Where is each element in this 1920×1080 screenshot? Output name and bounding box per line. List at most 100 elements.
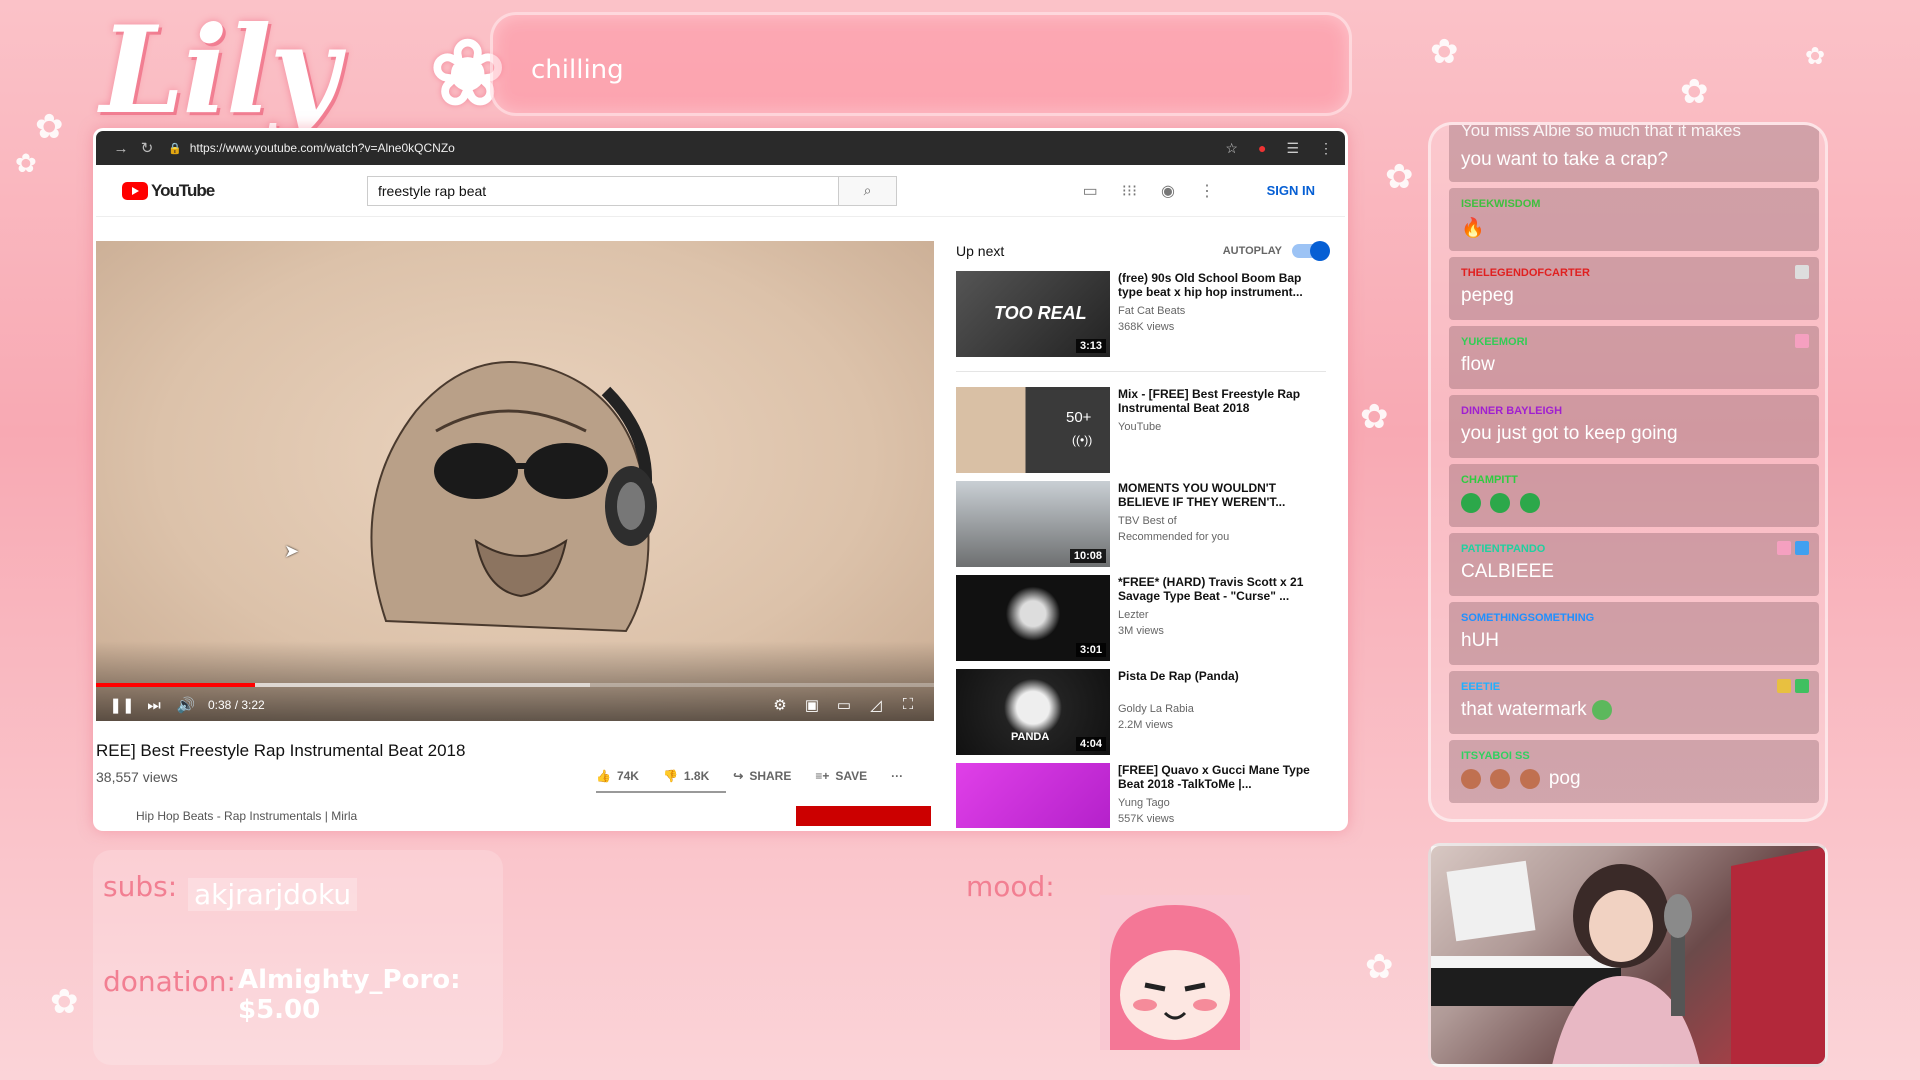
sign-in-button[interactable]: SIGN IN xyxy=(1267,183,1315,198)
recommended-video[interactable]: 3:01 *FREE* (HARD) Travis Scott x 21 Sav… xyxy=(956,575,1326,663)
channel-name[interactable]: Hip Hop Beats - Rap Instrumentals | Mirl… xyxy=(136,809,357,823)
video-player[interactable]: ➤ ❚❚ ⏭ 🔊 0:38 / 3:22 ⚙ ▣ ▭ ◿ ⛶ xyxy=(96,241,934,721)
volume-icon[interactable]: 🔊 xyxy=(170,696,202,714)
autoplay-label: AUTOPLAY xyxy=(1222,245,1282,257)
browser-menu-icon[interactable]: ⋮ xyxy=(1319,140,1333,157)
fullscreen-icon[interactable]: ⛶ xyxy=(892,696,924,714)
upload-video-icon[interactable]: ▭ xyxy=(1083,181,1098,201)
messages-icon[interactable]: ◉ xyxy=(1161,181,1175,201)
flower-icon: ✿ xyxy=(1680,73,1709,111)
channel-name: TBV Best of xyxy=(1118,515,1177,527)
save-button[interactable]: ≡+ SAVE xyxy=(815,769,867,783)
badge-icon xyxy=(1795,679,1809,693)
bookmark-star-icon[interactable]: ☆ xyxy=(1225,140,1238,157)
chat-badges xyxy=(1795,334,1809,348)
chat-username[interactable]: DINNER BAYLEIGH xyxy=(1461,405,1562,417)
subs-value: akjrarjdoku xyxy=(188,878,358,911)
chat-username[interactable]: YUKEEMORI xyxy=(1461,336,1528,348)
emote-icon xyxy=(1461,492,1481,513)
settings-menu-icon[interactable]: ⋮ xyxy=(1199,181,1215,201)
chat-username[interactable]: ITSYABOI SS xyxy=(1461,750,1530,762)
header-icons: ▭ ⁝⁝⁝ ◉ ⋮ xyxy=(1083,181,1215,201)
share-label: SHARE xyxy=(749,769,792,783)
extension-icon[interactable]: ● xyxy=(1258,140,1266,157)
chat-message: ISEEKWISDOM 🔥 xyxy=(1449,188,1819,251)
subscribe-button[interactable] xyxy=(796,806,931,826)
search-icon: ⌕ xyxy=(863,182,872,198)
apps-grid-icon[interactable]: ⁝⁝⁝ xyxy=(1122,181,1137,201)
thumbs-down-icon: 👎 xyxy=(662,769,678,783)
chat-message-text: that watermark xyxy=(1461,699,1616,721)
chat-username[interactable]: SOMETHINGSOMETHING xyxy=(1461,612,1594,624)
miniplayer-icon[interactable]: ▣ xyxy=(796,696,828,714)
autoplay-toggle[interactable] xyxy=(1292,241,1330,261)
recommended-video[interactable]: PANDA 4:04 Pista De Rap (Panda) Goldy La… xyxy=(956,669,1326,757)
flower-icon: ✿ xyxy=(50,983,79,1021)
flower-icon: ✿ xyxy=(1360,398,1389,436)
flower-icon: ✿ xyxy=(35,108,64,146)
youtube-logo[interactable]: YouTube xyxy=(122,181,367,201)
chat-emotes xyxy=(1461,492,1544,514)
recommended-video[interactable]: 10:08 MOMENTS YOU WOULDN'T BELIEVE IF TH… xyxy=(956,481,1326,569)
share-icon: ↪ xyxy=(733,769,744,783)
reload-icon[interactable]: ↻ xyxy=(134,139,160,157)
player-controls: ❚❚ ⏭ 🔊 0:38 / 3:22 ⚙ ▣ ▭ ◿ ⛶ xyxy=(96,689,934,721)
channel-name: Fat Cat Beats xyxy=(1118,305,1186,317)
channel-name: Lezter xyxy=(1118,609,1149,621)
chat-message: THELEGENDOFCARTER pepeg xyxy=(1449,257,1819,320)
recommended-video[interactable]: TOO REAL 3:13 (free) 90s Old School Boom… xyxy=(956,271,1326,372)
playlist-mix-icon: ((•)) xyxy=(1072,433,1093,447)
chat-message: ITSYABOI SS pog xyxy=(1449,740,1819,803)
flower-icon: ✿ xyxy=(1805,43,1826,70)
chat-username[interactable]: THELEGENDOFCARTER xyxy=(1461,267,1590,279)
next-icon[interactable]: ⏭ xyxy=(138,697,170,714)
view-count: 38,557 views xyxy=(96,769,178,785)
chat-message: DINNER BAYLEIGH you just got to keep goi… xyxy=(1449,395,1819,458)
flower-icon: ✿ xyxy=(1385,158,1414,196)
video-duration: 3:01 xyxy=(1075,643,1106,657)
profile-icon[interactable]: ☰ xyxy=(1286,140,1299,157)
time-display: 0:38 / 3:22 xyxy=(208,698,265,712)
up-next-label: Up next xyxy=(956,243,1005,259)
video-title: *FREE* (HARD) Travis Scott x 21 Savage T… xyxy=(1118,575,1304,603)
chat-username[interactable]: EEETIE xyxy=(1461,681,1500,693)
cast-icon[interactable]: ◿ xyxy=(860,696,892,714)
video-title: [FREE] Quavo x Gucci Mane Type Beat 2018… xyxy=(1118,763,1310,791)
pause-icon[interactable]: ❚❚ xyxy=(106,696,138,714)
recommended-video[interactable]: 50+ ((•)) Mix - [FREE] Best Freestyle Ra… xyxy=(956,387,1326,475)
chat-message-text: that watermark xyxy=(1461,699,1587,720)
video-meta: 3M views xyxy=(1118,625,1164,637)
search-input[interactable] xyxy=(368,176,838,205)
url-text: https://www.youtube.com/watch?v=Alne0kQC… xyxy=(189,141,455,155)
browser-window: → ↻ 🔒 https://www.youtube.com/watch?v=Al… xyxy=(93,128,1348,831)
like-button[interactable]: 👍 74K xyxy=(596,769,639,783)
emote-icon xyxy=(1591,699,1612,720)
browser-toolbar-icons: ☆ ● ☰ ⋮ xyxy=(1225,140,1333,157)
video-thumbnail: PANDA 4:04 xyxy=(956,669,1110,755)
share-button[interactable]: ↪ SHARE xyxy=(733,769,791,783)
url-field[interactable]: 🔒 https://www.youtube.com/watch?v=Alne0k… xyxy=(168,141,1225,155)
progress-bar[interactable] xyxy=(96,683,934,687)
chat-username[interactable]: PATIENTPANDO xyxy=(1461,543,1545,555)
forward-icon[interactable]: → xyxy=(108,140,134,157)
chat-username[interactable]: ISEEKWISDOM xyxy=(1461,198,1540,210)
thumbnail-text: TOO REAL xyxy=(994,303,1087,323)
up-next-header: Up next AUTOPLAY xyxy=(956,241,1330,261)
badge-icon xyxy=(1777,541,1791,555)
theater-mode-icon[interactable]: ▭ xyxy=(828,696,860,714)
donation-label: donation: xyxy=(103,965,236,998)
emote-icon xyxy=(1519,492,1540,513)
logo-text: Lily xyxy=(100,0,339,141)
video-duration: 10:08 xyxy=(1069,549,1106,563)
more-actions-icon[interactable]: ··· xyxy=(891,769,903,783)
dislike-button[interactable]: 👎 1.8K xyxy=(663,769,709,783)
chat-username[interactable]: CHAMPITT xyxy=(1461,474,1518,486)
search-button[interactable]: ⌕ xyxy=(838,176,896,205)
settings-gear-icon[interactable]: ⚙ xyxy=(764,696,796,714)
video-title: REE] Best Freestyle Rap Instrumental Bea… xyxy=(96,741,466,760)
gorilla-illustration xyxy=(370,361,657,633)
webcam-scene xyxy=(1431,847,1825,1064)
video-thumbnail: 50+ ((•)) xyxy=(956,387,1110,473)
recommended-video[interactable]: [FREE] Quavo x Gucci Mane Type Beat 2018… xyxy=(956,763,1326,828)
mood-emote-icon xyxy=(1100,895,1250,1050)
